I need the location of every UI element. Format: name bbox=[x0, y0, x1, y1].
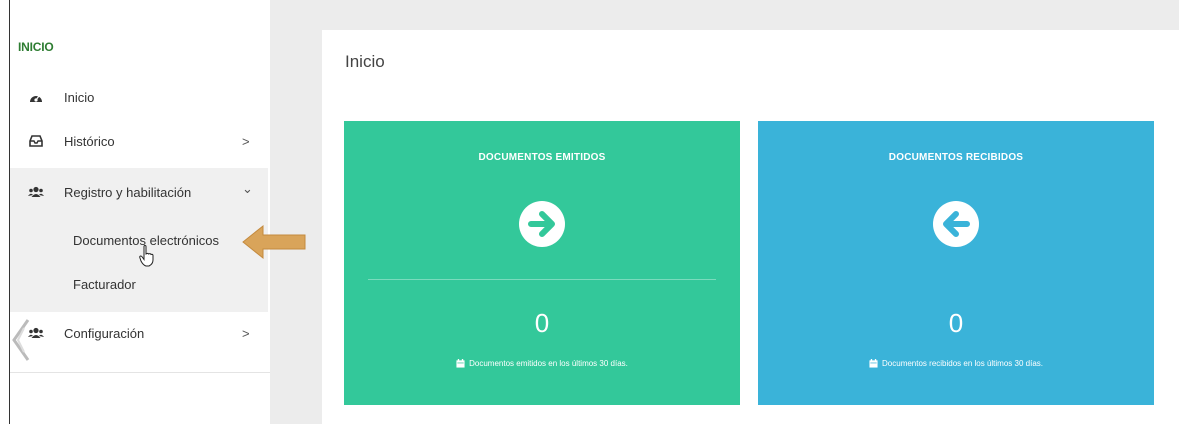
sidebar-item-historico[interactable]: Histórico > bbox=[10, 121, 268, 161]
callout-arrow-icon bbox=[241, 224, 307, 260]
sidebar-item-label: Inicio bbox=[64, 89, 95, 105]
sidebar-item-configuracion[interactable]: Configuración > bbox=[10, 313, 268, 353]
calendar-icon bbox=[456, 359, 465, 368]
sidebar-divider bbox=[10, 372, 272, 373]
calendar-icon bbox=[869, 359, 878, 368]
users-icon bbox=[28, 184, 44, 200]
main-area: Inicio DOCUMENTOS EMITIDOS 0 Documentos … bbox=[270, 0, 1179, 424]
hand-cursor-icon bbox=[139, 244, 155, 267]
card-footer: Documentos emitidos en los últimos 30 dí… bbox=[344, 359, 740, 368]
card-documentos-emitidos[interactable]: DOCUMENTOS EMITIDOS 0 Documentos emitido… bbox=[344, 121, 740, 405]
card-title: DOCUMENTOS RECIBIDOS bbox=[888, 152, 1024, 163]
sidebar-section-title: INICIO bbox=[18, 40, 54, 54]
sidebar-item-inicio[interactable]: Inicio bbox=[10, 77, 268, 117]
card-footer: Documentos recibidos en los últimos 30 d… bbox=[758, 359, 1154, 368]
card-footer-text: Documentos recibidos en los últimos 30 d… bbox=[882, 359, 1043, 368]
card-divider bbox=[368, 279, 716, 280]
sidebar-item-label: Registro y habilitación bbox=[64, 184, 192, 200]
content-panel: Inicio DOCUMENTOS EMITIDOS 0 Documentos … bbox=[322, 30, 1179, 424]
sidebar-item-registro[interactable]: Registro y habilitación ⌄ bbox=[10, 172, 268, 212]
card-documentos-recibidos[interactable]: DOCUMENTOS RECIBIDOS 0 Documentos recibi… bbox=[758, 121, 1154, 405]
chevron-right-icon: > bbox=[242, 133, 250, 149]
inbox-icon bbox=[28, 133, 44, 149]
card-count: 0 bbox=[948, 308, 964, 338]
sidebar-item-label: Configuración bbox=[64, 325, 145, 341]
dashboard-icon bbox=[28, 89, 44, 105]
sidebar-item-label: Histórico bbox=[64, 133, 115, 149]
arrow-left-circle-icon bbox=[932, 200, 980, 248]
submenu-item-facturador[interactable]: Facturador bbox=[73, 277, 136, 292]
page-title: Inicio bbox=[345, 52, 385, 71]
chevron-right-icon: > bbox=[242, 325, 250, 341]
card-title: DOCUMENTOS EMITIDOS bbox=[478, 152, 606, 163]
card-count: 0 bbox=[534, 308, 550, 338]
arrow-right-circle-icon bbox=[518, 200, 566, 248]
card-footer-text: Documentos emitidos en los últimos 30 dí… bbox=[469, 359, 628, 368]
chevron-down-icon: ⌄ bbox=[242, 181, 253, 196]
sidebar-collapse-icon[interactable] bbox=[10, 318, 32, 362]
